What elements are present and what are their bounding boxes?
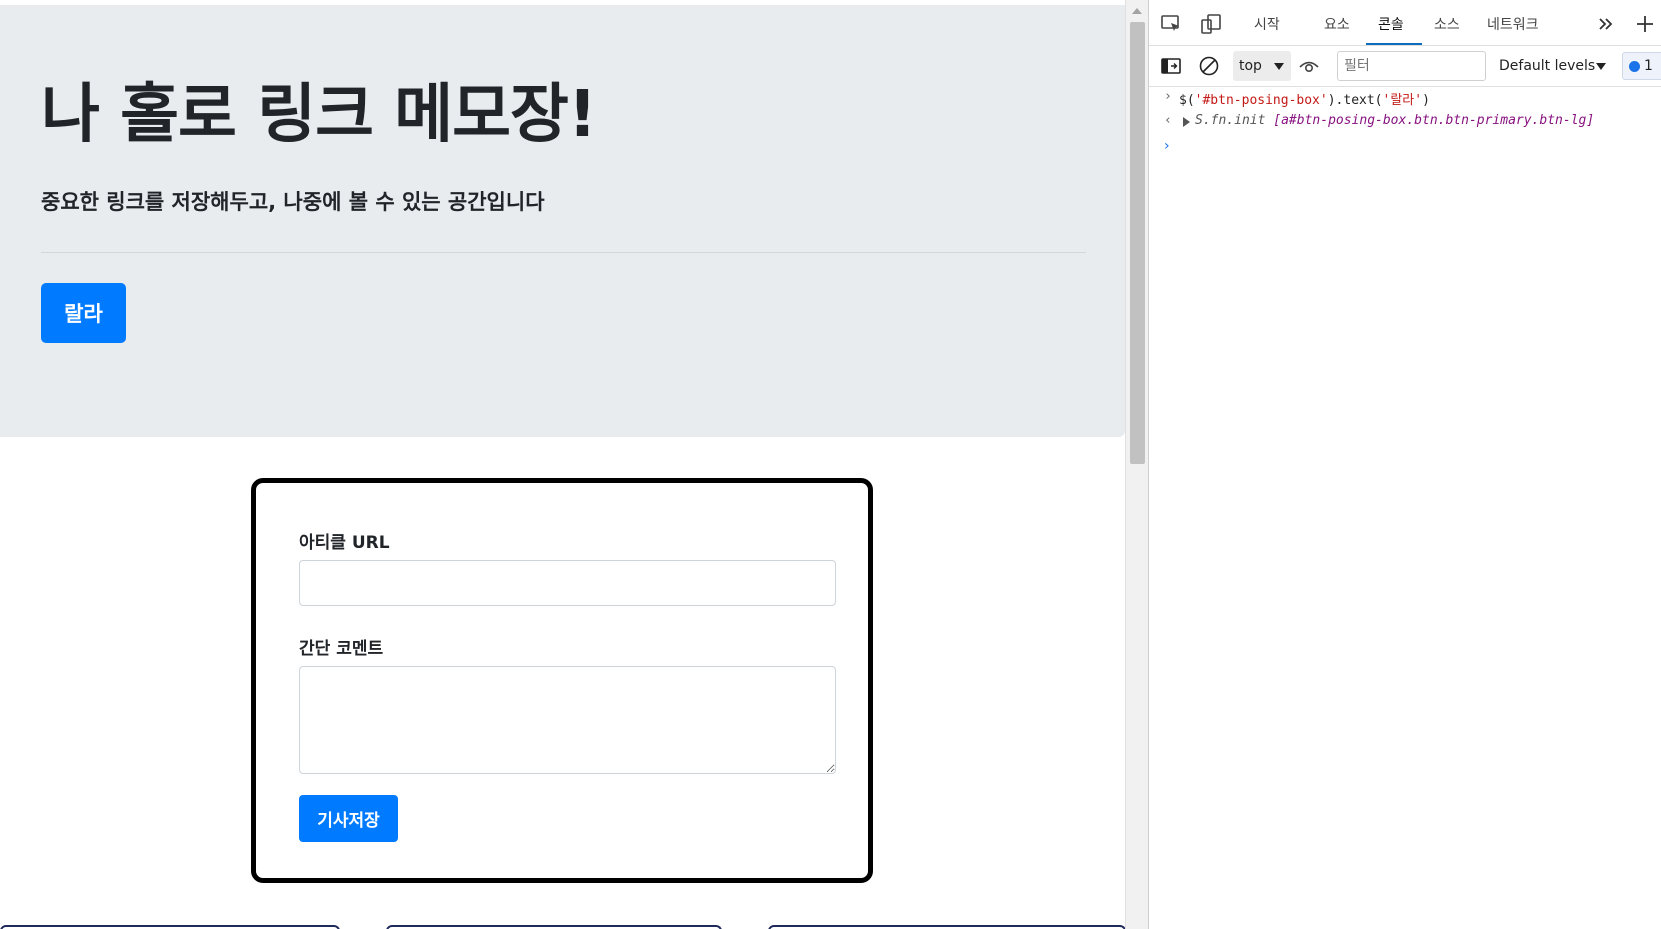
scroll-up-arrow-icon[interactable] [1132, 8, 1142, 14]
page-scrollbar[interactable] [1125, 0, 1148, 929]
inspect-element-icon[interactable] [1159, 12, 1183, 36]
tab-console-label: 콘솔 [1378, 17, 1404, 33]
clear-console-icon[interactable] [1197, 54, 1221, 78]
log-levels-select[interactable]: Default levels [1499, 58, 1595, 74]
tab-console[interactable]: 콘솔 [1366, 0, 1422, 45]
url-label: 아티클 URL [299, 533, 390, 553]
device-toolbar-icon[interactable] [1199, 12, 1223, 36]
console-result[interactable]: S.fn.init [a#btn-posing-box.btn.btn-prim… [1195, 113, 1594, 128]
web-page: 나 홀로 링크 메모장! 중요한 링크를 저장해두고, 나중에 볼 수 있는 공… [0, 0, 1125, 929]
message-icon [1629, 60, 1640, 72]
chevron-down-icon [1596, 63, 1606, 70]
posting-form-card: 아티클 URL 간단 코멘트 기사저장 [251, 478, 873, 883]
save-article-button[interactable]: 기사저장 [299, 795, 398, 842]
page-title: 나 홀로 링크 메모장! [41, 78, 597, 152]
console-toolbar: top Default levels 1 [1149, 46, 1661, 87]
card-preview [768, 925, 1125, 929]
result-chevron-icon: ‹ [1164, 113, 1172, 128]
tab-sources[interactable]: 소스 [1434, 14, 1460, 34]
posting-box-button[interactable]: 랄라 [41, 283, 126, 343]
tab-network[interactable]: 네트워크 [1487, 14, 1539, 34]
url-input[interactable] [299, 560, 836, 606]
sidebar-toggle-icon[interactable] [1159, 54, 1183, 78]
jumbotron: 나 홀로 링크 메모장! 중요한 링크를 저장해두고, 나중에 볼 수 있는 공… [0, 5, 1125, 437]
card-preview [386, 925, 722, 929]
tab-elements[interactable]: 요소 [1324, 14, 1350, 34]
console-command[interactable]: $('#btn-posing-box').text('랄라') [1179, 89, 1430, 108]
tab-welcome[interactable]: 시작 [1254, 14, 1280, 34]
card-preview [0, 925, 340, 929]
divider [41, 252, 1086, 253]
command-chevron-icon: › [1164, 89, 1172, 104]
console-input-prompt-icon[interactable]: › [1164, 138, 1170, 154]
comment-label: 간단 코멘트 [299, 639, 384, 659]
devtools-panel: 시작 요소 콘솔 소스 네트워크 top Default levels [1148, 0, 1661, 929]
devtools-tabbar: 시작 요소 콘솔 소스 네트워크 [1149, 0, 1661, 46]
comment-textarea[interactable] [299, 666, 836, 774]
issues-badge[interactable]: 1 [1622, 52, 1661, 80]
live-expression-eye-icon[interactable] [1297, 54, 1321, 78]
chevron-down-icon [1274, 63, 1284, 70]
context-select-value: top [1239, 58, 1262, 74]
add-tab-icon[interactable] [1633, 12, 1657, 36]
page-subtitle: 중요한 링크를 저장해두고, 나중에 볼 수 있는 공간입니다 [41, 190, 545, 214]
scrollbar-thumb[interactable] [1130, 22, 1145, 464]
expand-triangle-icon[interactable] [1183, 117, 1190, 127]
context-select[interactable]: top [1233, 51, 1291, 81]
console-filter-input[interactable] [1337, 51, 1486, 81]
more-tabs-icon[interactable] [1594, 12, 1618, 36]
issues-count: 1 [1644, 58, 1653, 74]
console-command-line: › $('#btn-posing-box').text('랄라') [1149, 86, 1661, 110]
console-result-line: ‹ S.fn.init [a#btn-posing-box.btn.btn-pr… [1149, 110, 1661, 134]
